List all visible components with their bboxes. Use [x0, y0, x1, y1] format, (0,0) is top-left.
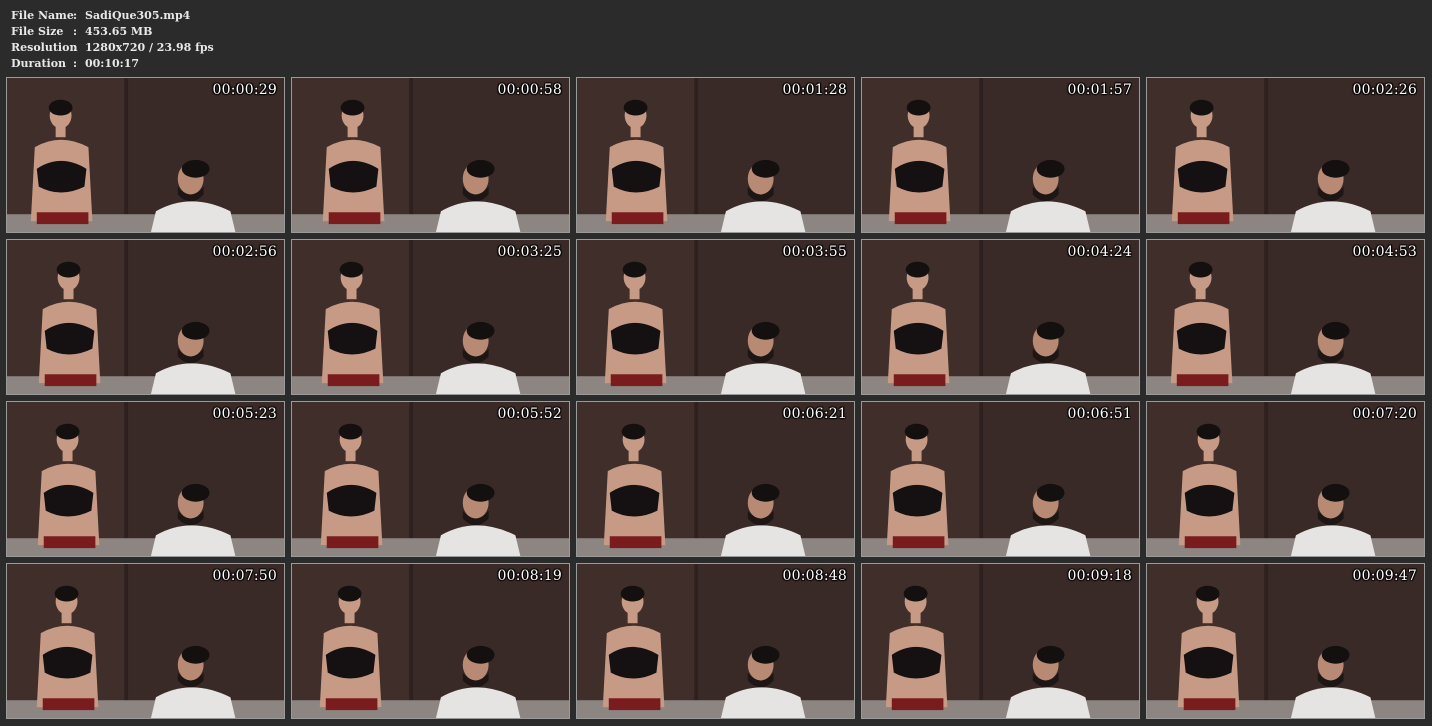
video-thumbnail[interactable]: 00:03:55: [576, 239, 855, 395]
timestamp-label: 00:04:24: [1067, 244, 1132, 260]
scene-frame-image: [862, 78, 1139, 232]
video-thumbnail[interactable]: 00:05:23: [6, 401, 285, 557]
scene-frame-image: [292, 240, 569, 394]
timestamp-label: 00:03:25: [497, 244, 562, 260]
scene-frame-image: [862, 402, 1139, 556]
separator: :: [73, 41, 78, 54]
timestamp-label: 00:08:19: [497, 568, 562, 584]
video-thumbnail[interactable]: 00:07:20: [1146, 401, 1425, 557]
scene-frame-image: [7, 240, 284, 394]
resolution-row: Resolution : 1280x720 / 23.98 fps: [11, 40, 214, 56]
file-name-label: File Name: [11, 9, 74, 22]
timestamp-label: 00:05:23: [212, 406, 277, 422]
video-thumbnail[interactable]: 00:00:58: [291, 77, 570, 233]
timestamp-label: 00:00:58: [497, 82, 562, 98]
video-thumbnail[interactable]: 00:09:47: [1146, 563, 1425, 719]
duration-row: Duration : 00:10:17: [11, 56, 214, 72]
timestamp-label: 00:09:47: [1352, 568, 1417, 584]
file-name-row: File Name : SadiQue305.mp4: [11, 8, 214, 24]
video-thumbnail[interactable]: 00:06:21: [576, 401, 855, 557]
timestamp-label: 00:04:53: [1352, 244, 1417, 260]
scene-frame-image: [862, 240, 1139, 394]
scene-frame-image: [292, 402, 569, 556]
video-thumbnail[interactable]: 00:02:26: [1146, 77, 1425, 233]
timestamp-label: 00:07:20: [1352, 406, 1417, 422]
video-thumbnail[interactable]: 00:08:19: [291, 563, 570, 719]
video-thumbnail[interactable]: 00:04:24: [861, 239, 1140, 395]
timestamp-label: 00:02:56: [212, 244, 277, 260]
timestamp-label: 00:06:51: [1067, 406, 1132, 422]
scene-frame-image: [862, 564, 1139, 718]
video-thumbnail[interactable]: 00:03:25: [291, 239, 570, 395]
file-size-label: File Size: [11, 25, 64, 38]
video-thumbnail[interactable]: 00:05:52: [291, 401, 570, 557]
timestamp-label: 00:09:18: [1067, 568, 1132, 584]
resolution-label: Resolution: [11, 41, 78, 54]
file-size-row: File Size : 453.65 MB: [11, 24, 214, 40]
separator: :: [73, 57, 78, 70]
timestamp-label: 00:02:26: [1352, 82, 1417, 98]
duration-value: 00:10:17: [85, 57, 140, 70]
video-thumbnail[interactable]: 00:08:48: [576, 563, 855, 719]
scene-frame-image: [577, 564, 854, 718]
duration-label: Duration: [11, 57, 67, 70]
timestamp-label: 00:03:55: [782, 244, 847, 260]
video-thumbnail[interactable]: 00:04:53: [1146, 239, 1425, 395]
scene-frame-image: [292, 78, 569, 232]
scene-frame-image: [7, 564, 284, 718]
video-thumbnail[interactable]: 00:09:18: [861, 563, 1140, 719]
timestamp-label: 00:01:28: [782, 82, 847, 98]
scene-frame-image: [1147, 78, 1424, 232]
video-thumbnail[interactable]: 00:01:28: [576, 77, 855, 233]
video-thumbnail[interactable]: 00:01:57: [861, 77, 1140, 233]
thumbnail-grid: 00:00:29 00:00:58 00:01:28 00:01:57 00:02:26…: [6, 77, 1425, 719]
scene-frame-image: [577, 78, 854, 232]
file-size-value: 453.65 MB: [85, 25, 153, 38]
video-thumbnail[interactable]: 00:00:29: [6, 77, 285, 233]
timestamp-label: 00:07:50: [212, 568, 277, 584]
timestamp-label: 00:05:52: [497, 406, 562, 422]
scene-frame-image: [577, 402, 854, 556]
separator: :: [73, 9, 78, 22]
video-thumbnail[interactable]: 00:07:50: [6, 563, 285, 719]
scene-frame-image: [7, 78, 284, 232]
timestamp-label: 00:01:57: [1067, 82, 1132, 98]
scene-frame-image: [1147, 240, 1424, 394]
scene-frame-image: [1147, 402, 1424, 556]
file-info-panel: File Name : SadiQue305.mp4 File Size : 4…: [11, 8, 214, 72]
video-thumbnail[interactable]: 00:02:56: [6, 239, 285, 395]
scene-frame-image: [1147, 564, 1424, 718]
timestamp-label: 00:08:48: [782, 568, 847, 584]
separator: :: [73, 25, 78, 38]
file-name-value: SadiQue305.mp4: [85, 9, 191, 22]
timestamp-label: 00:06:21: [782, 406, 847, 422]
resolution-value: 1280x720 / 23.98 fps: [85, 41, 214, 54]
scene-frame-image: [577, 240, 854, 394]
scene-frame-image: [7, 402, 284, 556]
timestamp-label: 00:00:29: [212, 82, 277, 98]
scene-frame-image: [292, 564, 569, 718]
video-thumbnail[interactable]: 00:06:51: [861, 401, 1140, 557]
